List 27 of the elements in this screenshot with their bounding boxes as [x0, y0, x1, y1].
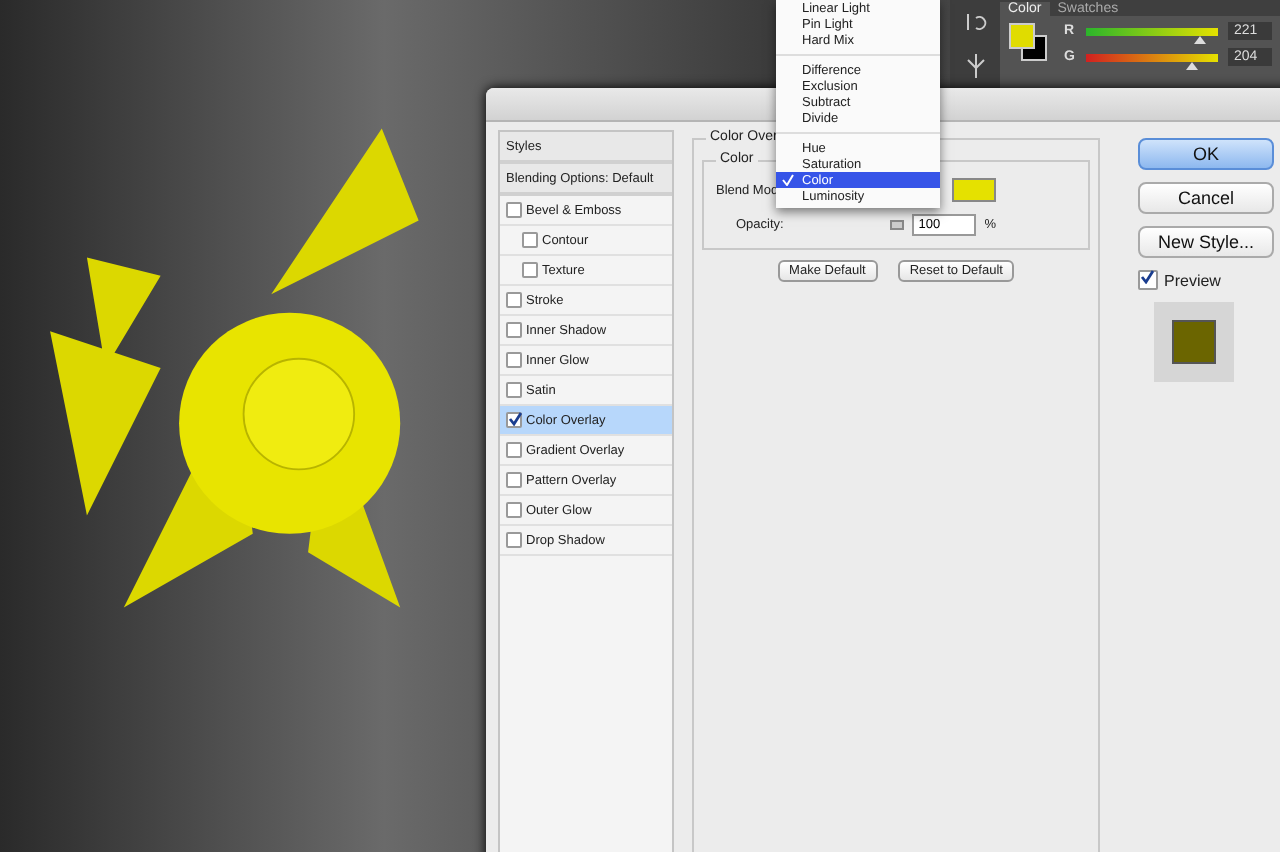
slider-icon[interactable]: [890, 220, 905, 230]
checkbox[interactable]: [1138, 270, 1158, 290]
checkbox[interactable]: [506, 202, 522, 218]
checkbox[interactable]: [506, 442, 522, 458]
checkbox[interactable]: [506, 322, 522, 338]
checkbox[interactable]: [522, 262, 538, 278]
preview-swatch: [1172, 320, 1216, 364]
checkbox[interactable]: [522, 232, 538, 248]
checkbox[interactable]: [506, 352, 522, 368]
color-swatches-icon[interactable]: [1008, 22, 1048, 62]
color-swatch[interactable]: [952, 178, 996, 202]
checkbox[interactable]: [506, 412, 522, 428]
slider-thumb[interactable]: [1194, 35, 1207, 43]
check-icon: [782, 174, 794, 186]
checkbox[interactable]: [506, 502, 522, 518]
checkbox[interactable]: [506, 292, 522, 308]
check-icon: [508, 412, 522, 426]
slider-thumb[interactable]: [1185, 61, 1198, 69]
checkbox[interactable]: [506, 382, 522, 398]
dialog-button[interactable]: OK: [1138, 138, 1274, 170]
check-icon: [1140, 270, 1154, 284]
preview-label: Preview: [1164, 271, 1221, 289]
checkbox[interactable]: [506, 532, 522, 548]
dialog-button[interactable]: Cancel: [1138, 182, 1274, 214]
checkbox[interactable]: [506, 472, 522, 488]
usb-icon[interactable]: [965, 53, 985, 77]
dialog-button[interactable]: New Style...: [1138, 226, 1274, 258]
